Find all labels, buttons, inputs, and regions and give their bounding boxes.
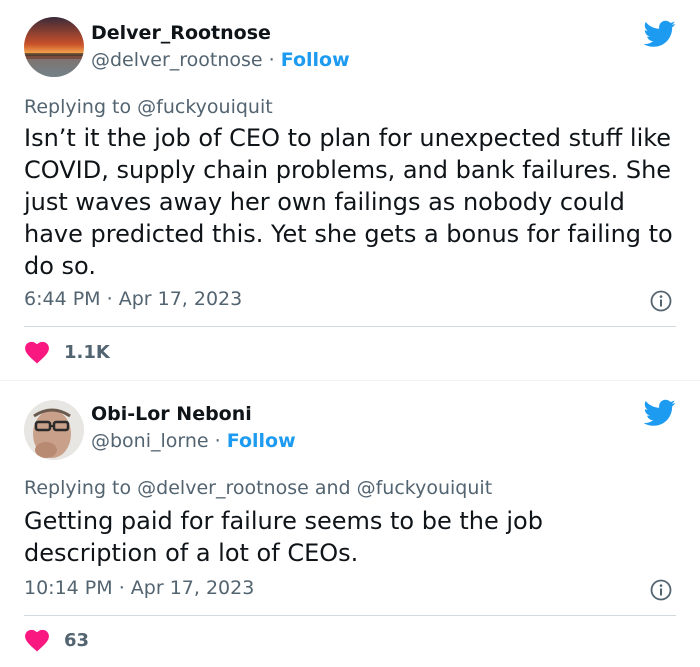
like-button[interactable]: 1.1K [24, 340, 110, 364]
replying-to: Replying to @delver_rootnose and @fuckyo… [24, 477, 492, 499]
handle[interactable]: @delver_rootnose [91, 49, 263, 71]
tweet-card: Delver_Rootnose @delver_rootnose · Follo… [0, 0, 700, 380]
twitter-bird-icon[interactable] [644, 20, 676, 48]
tweet-date: Apr 17, 2023 [130, 577, 255, 599]
separator: · [268, 49, 275, 71]
follow-button[interactable]: Follow [281, 49, 350, 71]
like-count: 63 [64, 629, 90, 651]
replying-handles[interactable]: @delver_rootnose and @fuckyouiquit [137, 477, 492, 499]
follow-button[interactable]: Follow [227, 430, 296, 452]
info-icon[interactable] [650, 290, 672, 312]
display-name[interactable]: Obi-Lor Neboni [91, 403, 252, 425]
info-icon[interactable] [650, 579, 672, 601]
display-name[interactable]: Delver_Rootnose [91, 22, 271, 44]
like-count: 1.1K [64, 341, 110, 363]
handle-row: @boni_lorne · Follow [91, 430, 296, 452]
replying-prefix: Replying to [24, 477, 132, 499]
timestamp[interactable]: 6:44 PM · Apr 17, 2023 [24, 288, 242, 310]
separator: · [214, 430, 221, 452]
replying-handles[interactable]: @fuckyouiquit [137, 96, 273, 118]
replying-to: Replying to @fuckyouiquit [24, 96, 273, 118]
tweet-time: 10:14 PM [24, 577, 113, 599]
separator: · [118, 577, 125, 599]
replying-prefix: Replying to [24, 96, 132, 118]
divider [24, 326, 676, 327]
tweet-time: 6:44 PM [24, 288, 101, 310]
heart-icon [25, 629, 49, 652]
tweet-card: Obi-Lor Neboni @boni_lorne · Follow Repl… [0, 380, 700, 667]
separator: · [106, 288, 113, 310]
timestamp[interactable]: 10:14 PM · Apr 17, 2023 [24, 577, 254, 599]
avatar[interactable] [24, 17, 84, 77]
avatar[interactable] [24, 400, 84, 460]
handle-row: @delver_rootnose · Follow [91, 49, 350, 71]
tweet-text: Getting paid for failure seems to be the… [24, 507, 543, 567]
like-button[interactable]: 63 [24, 628, 89, 652]
tweet-date: Apr 17, 2023 [118, 288, 243, 310]
heart-icon [25, 341, 49, 364]
tweet-text: Isn’t it the job of CEO to plan for unex… [24, 124, 673, 280]
twitter-bird-icon[interactable] [644, 399, 676, 427]
divider [24, 615, 676, 616]
handle[interactable]: @boni_lorne [91, 430, 209, 452]
